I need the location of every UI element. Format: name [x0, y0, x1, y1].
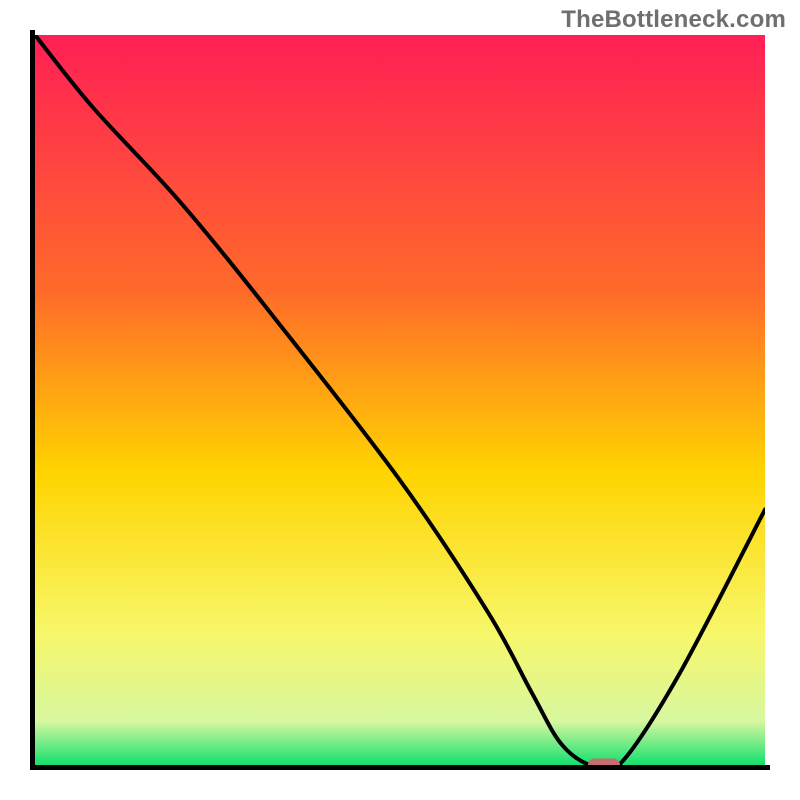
x-axis	[30, 765, 770, 770]
plot-area	[35, 35, 765, 765]
bottleneck-curve	[35, 35, 765, 765]
curve-svg	[35, 35, 765, 765]
y-axis	[30, 30, 35, 770]
watermark-text: TheBottleneck.com	[561, 6, 786, 34]
chart-container: TheBottleneck.com	[0, 0, 800, 800]
